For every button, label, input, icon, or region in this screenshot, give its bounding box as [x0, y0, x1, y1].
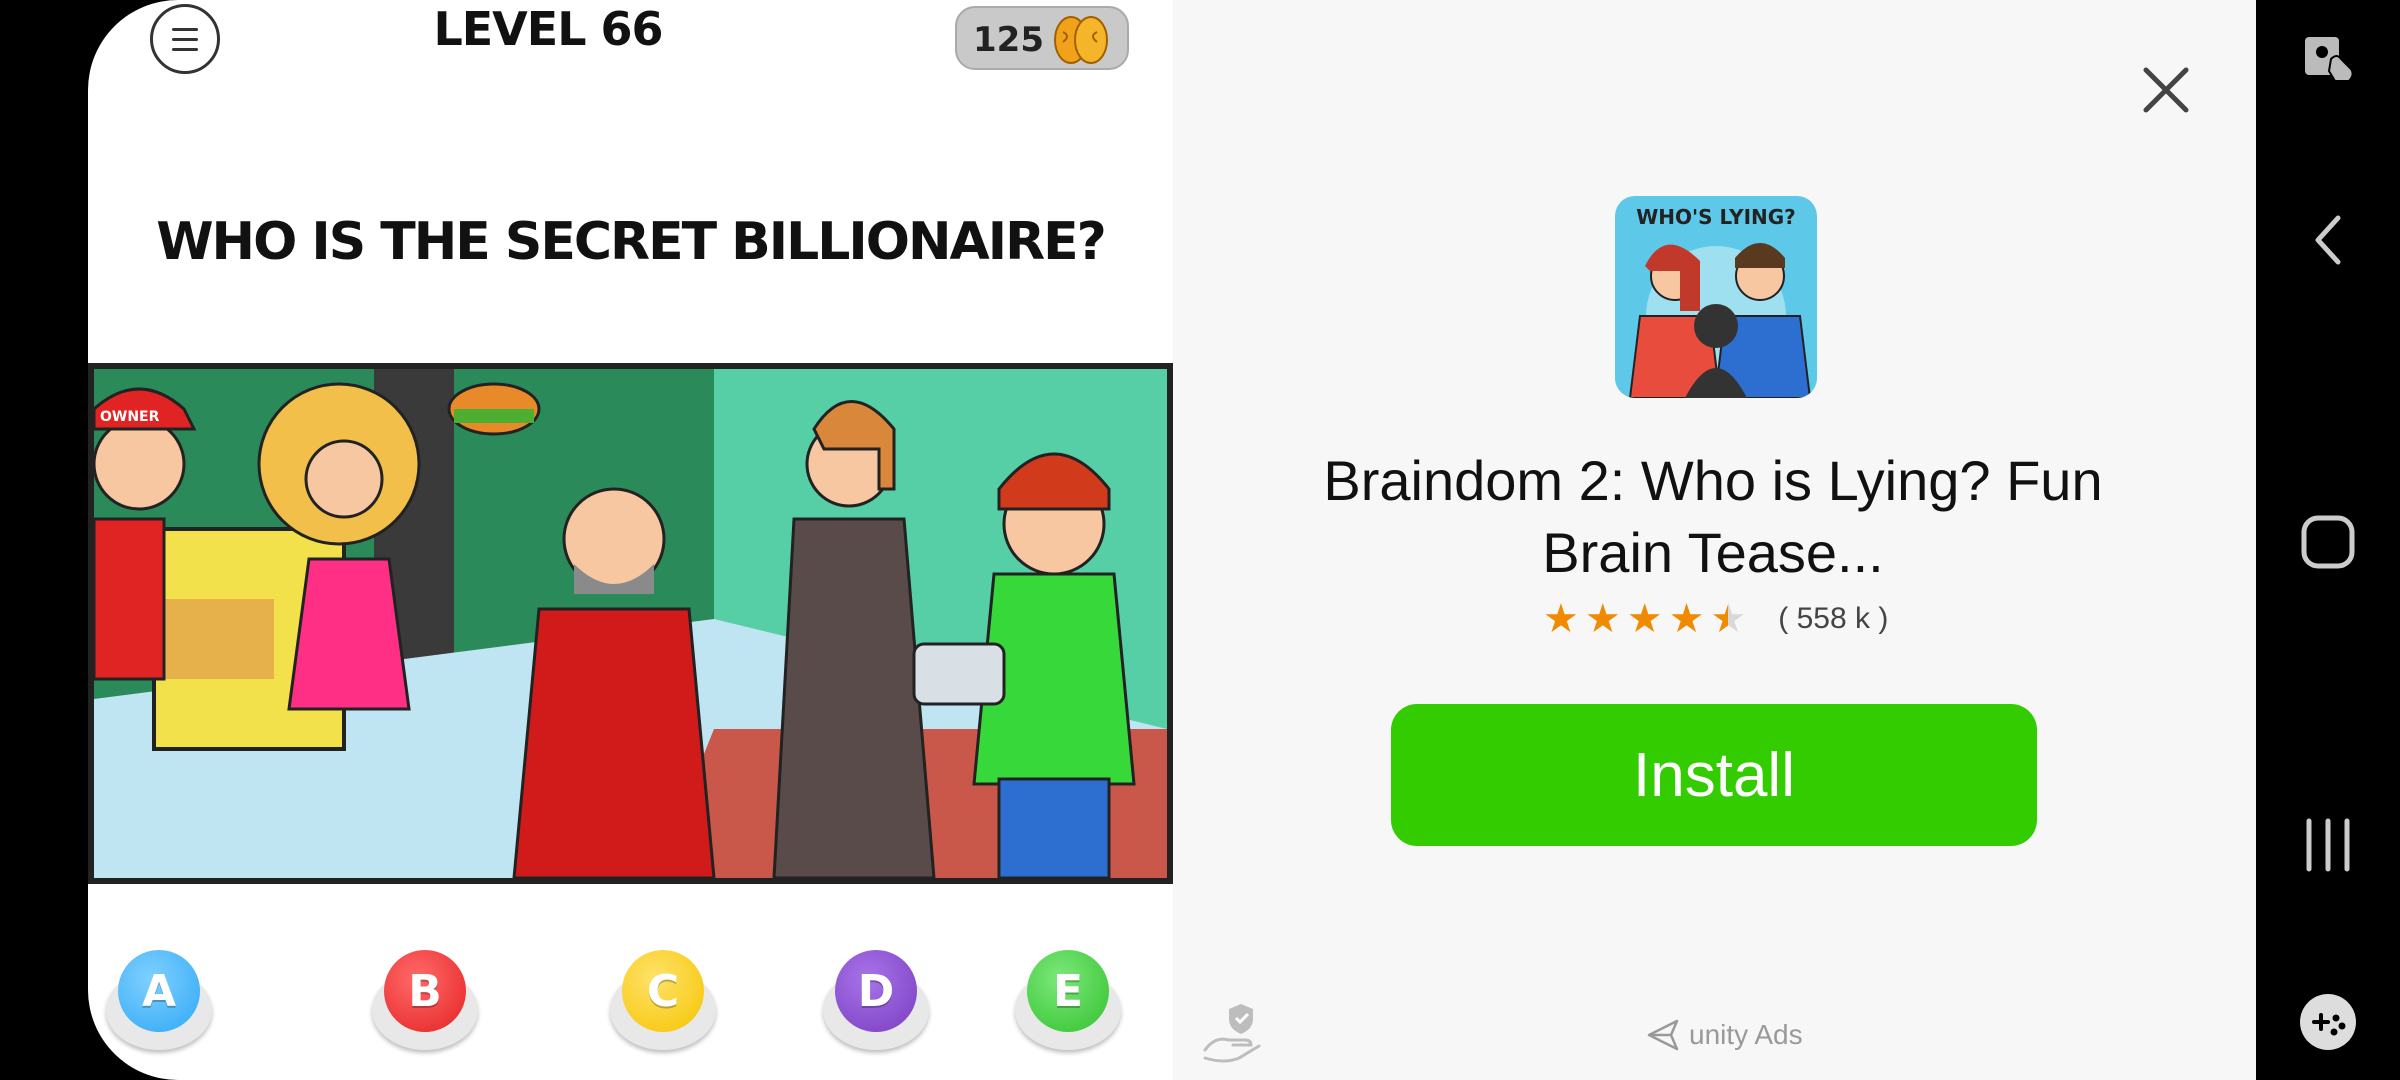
- level-title: LEVEL 66: [433, 2, 663, 56]
- menu-icon-line: [172, 37, 198, 41]
- app-title: Braindom 2: Who is Lying? Fun Brain Teas…: [1323, 449, 2103, 584]
- answer-b-label: B: [384, 950, 466, 1032]
- rating-count: ( 558 k ): [1778, 602, 1889, 635]
- screen-lock-touch-icon[interactable]: [2286, 12, 2370, 96]
- home-icon[interactable]: [2286, 500, 2370, 584]
- star-icon: ★: [1543, 596, 1579, 642]
- coin-count: 125: [973, 20, 1044, 60]
- menu-button[interactable]: [150, 4, 220, 74]
- answer-c-label: C: [622, 950, 704, 1032]
- menu-icon-line: [172, 47, 198, 51]
- recent-apps-icon[interactable]: [2286, 803, 2370, 887]
- star-icon: ★: [1668, 596, 1705, 642]
- scene-illustration: OWNER: [94, 369, 1167, 878]
- app-icon-text: WHO'S LYING?: [1636, 205, 1796, 229]
- brain-icon: [1054, 16, 1108, 64]
- answer-d-label: D: [835, 950, 917, 1032]
- close-icon[interactable]: [2138, 62, 2194, 118]
- owner-cap-label: OWNER: [100, 409, 160, 425]
- answer-e-button[interactable]: E: [1015, 950, 1121, 1050]
- star-icon: ★: [1626, 596, 1663, 642]
- answer-d-button[interactable]: D: [823, 950, 929, 1050]
- coin-counter[interactable]: 125: [955, 6, 1129, 70]
- system-nav-bar: [2256, 0, 2400, 1080]
- game-tools-icon[interactable]: [2286, 980, 2370, 1064]
- answer-a-button[interactable]: A: [106, 950, 212, 1050]
- answer-a-label: A: [118, 950, 200, 1032]
- answer-options: A B C D E: [88, 950, 1173, 1060]
- unity-ads-label: unity Ads: [1689, 1019, 1803, 1050]
- answer-b-button[interactable]: B: [372, 950, 478, 1050]
- ad-panel: WHO'S LYING? Braindom 2: Who is Lying? F…: [1173, 0, 2256, 1080]
- app-icon-image: WHO'S LYING?: [1615, 196, 1817, 398]
- game-panel: LEVEL 66 125 WHO IS THE SECRET BILLIONAI…: [88, 0, 1173, 1080]
- back-icon[interactable]: [2286, 198, 2370, 282]
- half-star-icon: ★: [1710, 596, 1747, 642]
- install-button[interactable]: Install: [1391, 704, 2037, 846]
- unity-ads-brand: unity Ads: [1647, 1018, 1803, 1052]
- answer-c-button[interactable]: C: [610, 950, 716, 1050]
- unity-logo-icon: [1647, 1019, 1679, 1051]
- menu-icon-line: [172, 27, 198, 31]
- privacy-hand-shield-icon[interactable]: [1201, 1000, 1265, 1066]
- answer-e-label: E: [1027, 950, 1109, 1032]
- app-icon[interactable]: WHO'S LYING?: [1615, 196, 1817, 398]
- question-text: WHO IS THE SECRET BILLIONAIRE?: [156, 212, 1107, 272]
- puzzle-scene-image[interactable]: OWNER: [88, 363, 1173, 884]
- star-icon: ★: [1584, 596, 1621, 642]
- rating-row: ★ ★ ★ ★ ★ ( 558 k ): [1543, 596, 1943, 642]
